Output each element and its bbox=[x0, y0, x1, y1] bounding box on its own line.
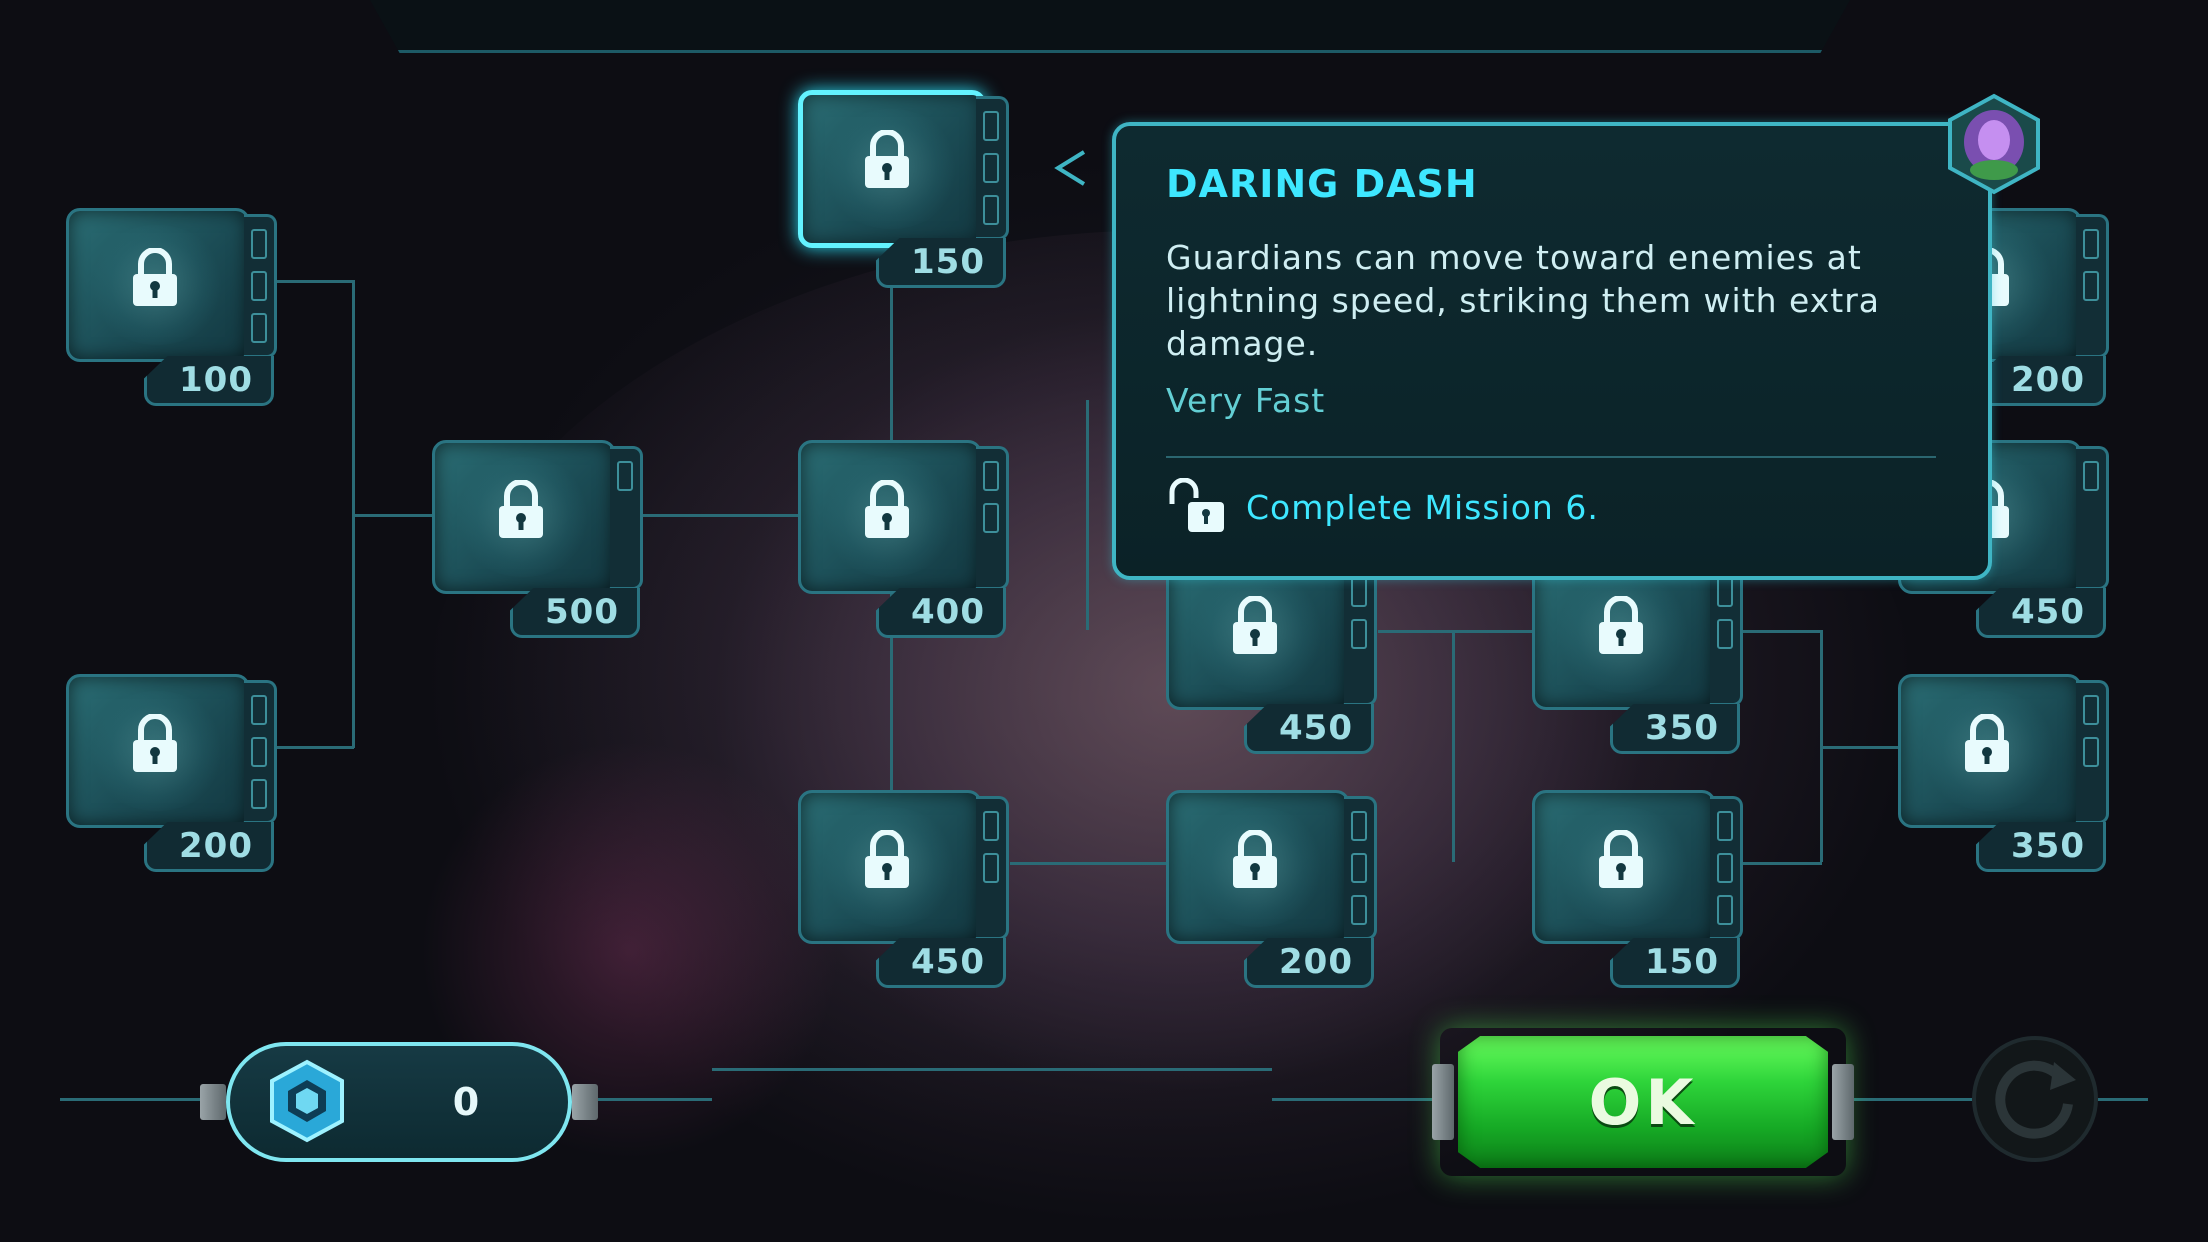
lock-icon bbox=[865, 830, 909, 888]
skill-level-bar bbox=[976, 796, 1009, 940]
currency-value: 0 bbox=[452, 1080, 480, 1124]
lock-icon bbox=[1599, 830, 1643, 888]
connector-line bbox=[1820, 746, 1900, 749]
skill-level-bar bbox=[1710, 796, 1743, 940]
connector-line bbox=[1452, 630, 1455, 862]
unlock-requirement: Complete Mission 6. bbox=[1166, 478, 1599, 536]
skill-node[interactable]: 450 bbox=[798, 790, 1009, 990]
reset-button[interactable] bbox=[1972, 1036, 2098, 1162]
skill-cost: 450 bbox=[876, 938, 1006, 988]
bottom-frame-line bbox=[712, 1068, 1272, 1071]
unlock-icon bbox=[1169, 478, 1224, 532]
skill-level-bar bbox=[976, 96, 1009, 240]
bottom-frame-line bbox=[2098, 1098, 2148, 1101]
frame-cap bbox=[1432, 1064, 1454, 1140]
bottom-frame-line bbox=[1846, 1098, 1972, 1101]
skill-speed: Very Fast bbox=[1166, 381, 1326, 420]
skill-node-daring-dash[interactable]: 150 bbox=[798, 90, 1009, 290]
skill-level-bar bbox=[610, 446, 643, 590]
connector-line bbox=[352, 514, 432, 517]
skill-cost: 200 bbox=[1976, 356, 2106, 406]
skill-cost: 150 bbox=[1610, 938, 1740, 988]
skill-level-bar bbox=[1344, 796, 1377, 940]
skill-level-bar bbox=[1344, 562, 1377, 706]
skill-level-bar bbox=[2076, 446, 2109, 590]
top-frame bbox=[370, 0, 1850, 53]
skill-level-bar bbox=[976, 446, 1009, 590]
lock-icon bbox=[1965, 714, 2009, 772]
connector-line bbox=[1010, 862, 1168, 865]
frame-cap bbox=[200, 1084, 226, 1120]
skill-node[interactable]: 350 bbox=[1532, 556, 1743, 756]
skill-cost: 350 bbox=[1976, 822, 2106, 872]
reset-icon bbox=[1995, 1060, 2076, 1139]
ok-button[interactable]: OK bbox=[1458, 1036, 1828, 1168]
divider bbox=[1166, 456, 1936, 458]
skill-cost: 500 bbox=[510, 588, 640, 638]
skill-node[interactable]: 350 bbox=[1898, 674, 2109, 874]
lock-icon bbox=[499, 480, 543, 538]
skill-node[interactable]: 150 bbox=[1532, 790, 1743, 990]
skill-node[interactable]: 500 bbox=[432, 440, 643, 640]
bottom-frame-line bbox=[1272, 1098, 1440, 1101]
ok-button-label: OK bbox=[1588, 1065, 1698, 1139]
lock-icon bbox=[865, 130, 909, 188]
lock-icon bbox=[1599, 596, 1643, 654]
pointer-arrow-icon bbox=[1054, 150, 1086, 186]
lock-icon bbox=[1233, 830, 1277, 888]
skill-cost: 150 bbox=[876, 238, 1006, 288]
skill-level-bar bbox=[2076, 214, 2109, 358]
connector-line bbox=[1378, 630, 1536, 633]
skill-node[interactable]: 450 bbox=[1166, 556, 1377, 756]
skill-cost: 200 bbox=[1244, 938, 1374, 988]
skill-cost: 350 bbox=[1610, 704, 1740, 754]
skill-tooltip: DARING DASH Guardians can move toward en… bbox=[1054, 122, 1992, 580]
lock-icon bbox=[133, 248, 177, 306]
frame-cap bbox=[572, 1084, 598, 1120]
lock-icon bbox=[1233, 596, 1277, 654]
skill-title: DARING DASH bbox=[1166, 162, 1478, 206]
skill-level-bar bbox=[1710, 562, 1743, 706]
connector-line bbox=[274, 280, 354, 283]
connector-line bbox=[1742, 862, 1822, 865]
connector-line bbox=[1742, 630, 1822, 633]
connector-line bbox=[642, 514, 800, 517]
skill-level-bar bbox=[2076, 680, 2109, 824]
skill-node[interactable]: 100 bbox=[66, 208, 277, 408]
unlock-requirement-text: Complete Mission 6. bbox=[1246, 487, 1599, 527]
currency-display: 0 bbox=[226, 1042, 572, 1162]
skill-level-bar bbox=[244, 214, 277, 358]
skill-cost: 450 bbox=[1244, 704, 1374, 754]
guardian-badge-icon bbox=[1948, 93, 2040, 195]
skill-node[interactable]: 200 bbox=[1166, 790, 1377, 990]
skill-cost: 200 bbox=[144, 822, 274, 872]
lock-icon bbox=[865, 480, 909, 538]
skill-cost: 450 bbox=[1976, 588, 2106, 638]
skill-cost: 400 bbox=[876, 588, 1006, 638]
skill-cost: 100 bbox=[144, 356, 274, 406]
skill-level-bar bbox=[244, 680, 277, 824]
lock-icon bbox=[133, 714, 177, 772]
hex-gem-icon bbox=[270, 1059, 344, 1143]
frame-cap bbox=[1832, 1064, 1854, 1140]
skill-description: Guardians can move toward enemies at lig… bbox=[1166, 238, 1881, 363]
connector-line bbox=[1086, 400, 1089, 630]
connector-line bbox=[274, 746, 354, 749]
skill-node[interactable]: 200 bbox=[66, 674, 277, 874]
skill-node[interactable]: 400 bbox=[798, 440, 1009, 640]
